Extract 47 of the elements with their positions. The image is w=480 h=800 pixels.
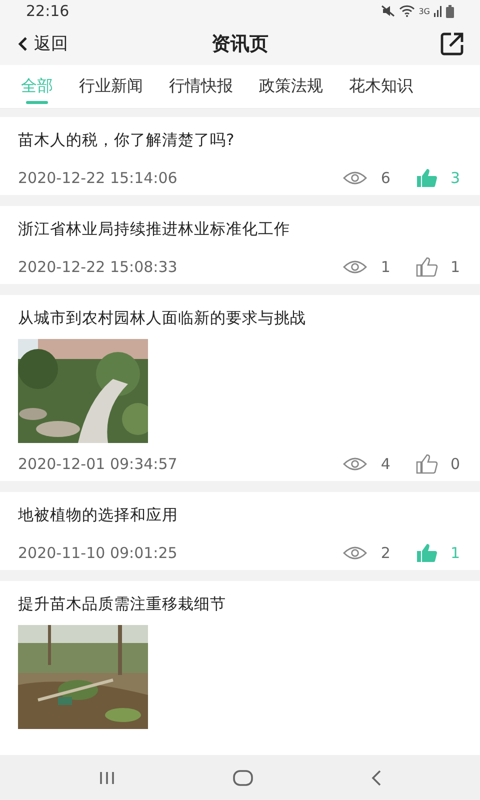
article-card[interactable]: 从城市到农村园林人面临新的要求与挑战 2020-12-01 09:34:57 4 0 [0, 295, 480, 481]
eye-icon [342, 171, 367, 185]
view-count: 2 [380, 544, 390, 562]
wifi-icon [398, 5, 415, 17]
article-title: 从城市到农村园林人面临新的要求与挑战 [18, 308, 307, 329]
like-count: 1 [450, 544, 460, 562]
article-card[interactable]: 地被植物的选择和应用 2020-11-10 09:01:25 2 1 [0, 492, 480, 570]
view-count: 1 [380, 258, 390, 276]
thumbs-up-icon[interactable] [416, 454, 438, 474]
article-card[interactable]: 苗木人的税，你了解清楚了吗? 2020-12-22 15:14:06 6 3 [0, 117, 480, 195]
tab[interactable]: 行业新闻 [68, 65, 154, 108]
thumbs-up-icon[interactable] [416, 542, 438, 564]
article-date: 2020-11-10 09:01:25 [18, 544, 178, 562]
article-date: 2020-12-22 15:14:06 [18, 169, 178, 187]
article-title: 苗木人的税，你了解清楚了吗? [18, 130, 236, 151]
view-count: 6 [380, 169, 390, 187]
mute-icon [380, 5, 395, 17]
article-card[interactable]: 浙江省林业局持续推进林业标准化工作 2020-12-22 15:08:33 1 1 [0, 206, 480, 284]
eye-icon [342, 546, 367, 560]
article-date: 2020-12-01 09:34:57 [18, 455, 178, 473]
battery-icon [446, 4, 454, 18]
thumbs-up-icon[interactable] [416, 256, 438, 278]
back-button[interactable]: 返回 [16, 30, 70, 57]
page-title: 资讯页 [212, 32, 268, 54]
eye-icon [342, 457, 367, 471]
clock: 22:16 [26, 2, 70, 20]
like-count: 0 [450, 455, 460, 473]
article-title: 提升苗木品质需注重移栽细节 [18, 594, 227, 615]
article-title: 浙江省林业局持续推进林业标准化工作 [18, 219, 291, 240]
network-label: 3G [418, 6, 430, 16]
share-icon[interactable] [440, 32, 464, 56]
back-icon[interactable] [370, 770, 382, 786]
like-count: 3 [450, 169, 460, 187]
like-count: 1 [450, 258, 460, 276]
article-card[interactable]: 提升苗木品质需注重移栽细节 [0, 581, 480, 755]
chevron-icon [18, 36, 28, 52]
eye-icon [342, 260, 367, 274]
article-title: 地被植物的选择和应用 [18, 505, 179, 526]
signal-icon [434, 6, 442, 16]
thumbs-up-icon[interactable] [416, 168, 438, 188]
recent-apps-icon[interactable] [98, 770, 116, 784]
home-icon[interactable] [232, 770, 253, 786]
tab[interactable]: 花木知识 [338, 65, 424, 108]
view-count: 4 [380, 455, 390, 473]
article-date: 2020-12-22 15:08:33 [18, 258, 178, 276]
tab[interactable]: 政策法规 [248, 65, 334, 108]
tab[interactable]: 行情快报 [158, 65, 244, 108]
